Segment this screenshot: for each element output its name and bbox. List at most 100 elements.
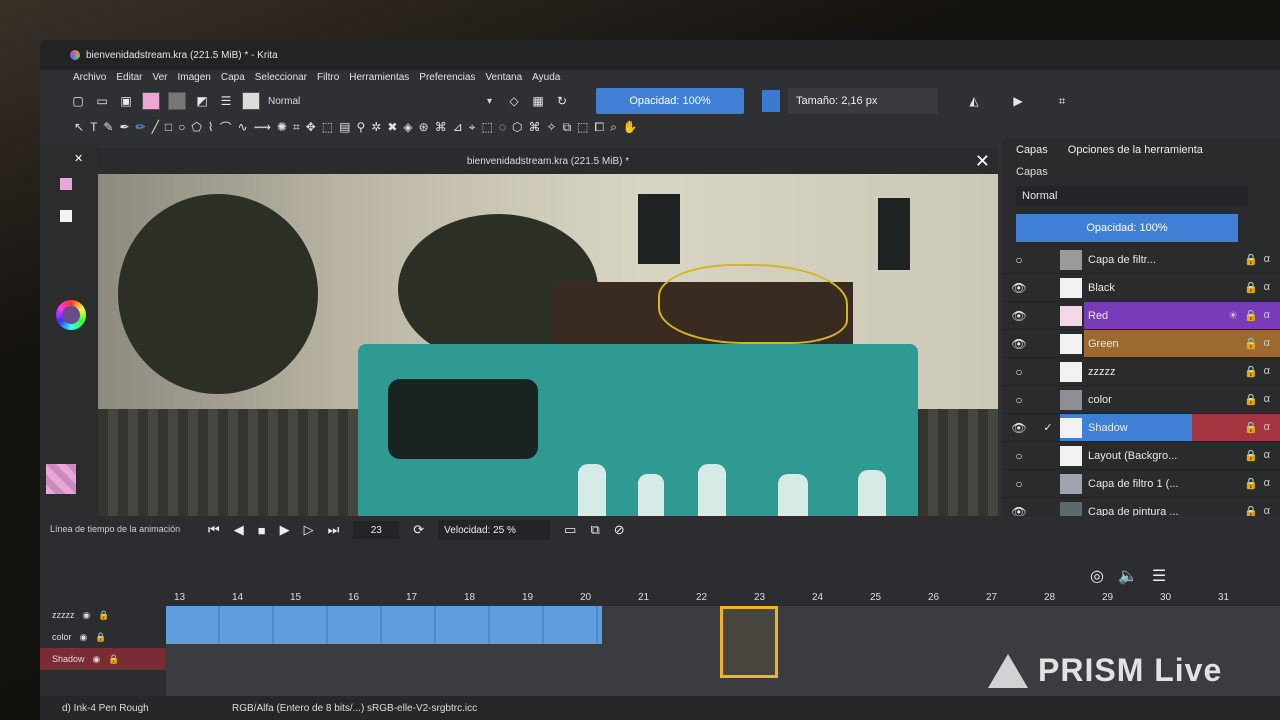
stop-icon[interactable]: ■ (258, 523, 266, 538)
foreground-color[interactable] (762, 90, 780, 112)
reference-images-icon[interactable]: ⌖ (469, 120, 476, 135)
menu-archivo[interactable]: Archivo (73, 72, 106, 83)
next-frame-icon[interactable]: ▷ (304, 522, 314, 538)
lock-icon[interactable]: 🔒 (98, 610, 109, 621)
foreground-swatch[interactable] (60, 178, 72, 190)
brush-preset-thumb[interactable] (242, 92, 260, 110)
rect-select-icon[interactable]: ⬚ (482, 120, 493, 134)
previous-frame-icon[interactable]: ◀ (234, 522, 244, 538)
layer-row[interactable]: ○ Capa de filtro 1 (... 🔒 α (1002, 470, 1280, 498)
brush-size-slider[interactable]: Tamaño: 2,16 px (788, 88, 938, 114)
ellipse-select-icon[interactable]: ◌ (499, 120, 506, 134)
freehand-select-icon[interactable]: ⌘ (529, 120, 541, 134)
layer-blend-mode-select[interactable]: Normal (1016, 186, 1248, 206)
polygon-tool-icon[interactable]: ⬠ (191, 120, 201, 134)
save-icon[interactable]: ▣ (118, 93, 134, 109)
inherit-alpha-icon[interactable]: ☀ (1228, 309, 1238, 322)
polyline-tool-icon[interactable]: ⌇ (208, 120, 214, 134)
alpha-icon[interactable]: α (1264, 421, 1270, 434)
menu-ventana[interactable]: Ventana (485, 72, 522, 83)
mirror-horizontal-icon[interactable]: ◭ (966, 93, 982, 109)
timeline-menu-icon[interactable]: ☰ (1152, 566, 1166, 586)
rectangle-tool-icon[interactable]: □ (165, 120, 172, 134)
line-tool-icon[interactable]: ╱ (152, 120, 159, 134)
color-selector-wheel[interactable] (56, 300, 86, 330)
open-folder-icon[interactable]: ▭ (94, 93, 110, 109)
text-tool-icon[interactable]: T (90, 120, 97, 134)
transform-tool-icon[interactable]: ⬚ (322, 120, 333, 134)
alpha-icon[interactable]: α (1264, 337, 1270, 350)
menu-herramientas[interactable]: Herramientas (349, 72, 409, 83)
lock-icon[interactable]: 🔒 (1244, 337, 1258, 350)
blend-mode-select[interactable]: Normal ▾ (268, 96, 498, 107)
visibility-off-icon[interactable]: ○ (1002, 253, 1036, 267)
onion-skin-icon[interactable]: ▭ (564, 522, 576, 538)
visibility-off-icon[interactable]: ○ (1002, 477, 1036, 491)
document-tab[interactable]: bienvenidadstream.kra (221.5 MiB) * ✕ (98, 148, 998, 174)
zoom-tool-icon[interactable]: ⌕ (610, 120, 617, 135)
wrap-around-icon[interactable]: ⌗ (1054, 93, 1070, 109)
eye-icon[interactable]: 👁 (1002, 281, 1036, 295)
freehand-brush-icon[interactable]: ✏ (136, 120, 146, 134)
play-icon[interactable]: ▶ (280, 522, 290, 538)
background-swatch[interactable] (60, 210, 72, 222)
onion-icon[interactable]: ◉ (80, 632, 88, 643)
pointer-tool-icon[interactable]: ↖ (74, 120, 84, 134)
menu-imagen[interactable]: Imagen (178, 72, 211, 83)
pan-tool-icon[interactable]: ✋ (623, 120, 638, 134)
layer-opacity-slider[interactable]: Opacidad: 100% (1016, 214, 1238, 242)
dynamic-brush-icon[interactable]: ⟿ (254, 120, 271, 134)
tab-tool-options[interactable]: Opciones de la herramienta (1068, 144, 1203, 158)
enclose-fill-icon[interactable]: ⊛ (419, 120, 429, 134)
gradient-swatch[interactable] (168, 92, 186, 110)
onion-skins-icon[interactable]: ◎ (1090, 566, 1104, 586)
first-frame-icon[interactable]: ⏮ (208, 522, 220, 538)
onion-icon[interactable]: ◉ (83, 610, 91, 621)
bezier-tool-icon[interactable]: ⌒ (220, 119, 232, 136)
color-picker-icon[interactable]: ⚲ (356, 120, 365, 134)
eye-icon[interactable]: 👁 (1002, 421, 1036, 435)
visibility-off-icon[interactable]: ○ (1002, 449, 1036, 463)
alpha-icon[interactable]: α (1264, 477, 1270, 490)
smart-patch-icon[interactable]: ✖ (387, 120, 397, 134)
assistant-tool-icon[interactable]: ⌘ (435, 120, 447, 134)
lock-icon[interactable]: 🔒 (1244, 477, 1258, 490)
last-frame-icon[interactable]: ⏭ (328, 522, 340, 538)
menu-filtro[interactable]: Filtro (317, 72, 339, 83)
lock-icon[interactable]: 🔒 (1244, 309, 1258, 322)
lock-icon[interactable]: 🔒 (108, 654, 119, 665)
calligraphy-icon[interactable]: ✒ (119, 120, 129, 134)
lock-icon[interactable]: 🔒 (1244, 253, 1258, 266)
freehand-path-icon[interactable]: ∿ (238, 120, 248, 134)
lock-icon[interactable]: 🔒 (1244, 281, 1258, 294)
alpha-icon[interactable]: α (1264, 253, 1270, 266)
drawing-canvas[interactable] (98, 174, 998, 530)
volume-icon[interactable]: 🔈 (1118, 566, 1138, 586)
audio-icon[interactable]: ⊘ (614, 522, 625, 538)
menu-preferencias[interactable]: Preferencias (419, 72, 475, 83)
menu-ayuda[interactable]: Ayuda (532, 72, 560, 83)
fill-tool-icon[interactable]: ◈ (403, 120, 412, 134)
menu-capa[interactable]: Capa (221, 72, 245, 83)
drop-frames-icon[interactable]: ⧉ (590, 522, 599, 538)
brush-settings-icon[interactable]: ☰ (218, 93, 234, 109)
layer-row[interactable]: ○ Capa de filtr... 🔒 α (1002, 246, 1280, 274)
crop-tool-icon[interactable]: ⌗ (293, 120, 300, 135)
menu-seleccionar[interactable]: Seleccionar (255, 72, 307, 83)
mirror-vertical-icon[interactable]: ▶ (1010, 93, 1026, 109)
alpha-icon[interactable]: α (1264, 449, 1270, 462)
polygon-select-icon[interactable]: ⬡ (512, 120, 522, 134)
measure-tool-icon[interactable]: ⊿ (453, 120, 463, 134)
lock-icon[interactable]: 🔒 (1244, 393, 1258, 406)
menu-editar[interactable]: Editar (116, 72, 142, 83)
color-history-swatches[interactable] (46, 464, 76, 494)
visibility-off-icon[interactable]: ○ (1002, 393, 1036, 407)
alpha-icon[interactable]: α (1264, 365, 1270, 378)
pattern-swatch[interactable] (142, 92, 160, 110)
alpha-icon[interactable]: α (1264, 281, 1270, 294)
close-document-icon[interactable]: ✕ (975, 151, 990, 172)
layer-row[interactable]: ○ zzzzz 🔒 α (1002, 358, 1280, 386)
lock-icon[interactable]: 🔒 (1244, 365, 1258, 378)
onion-icon[interactable]: ◉ (93, 654, 101, 665)
playback-speed-input[interactable]: Velocidad: 25 % (438, 520, 551, 540)
